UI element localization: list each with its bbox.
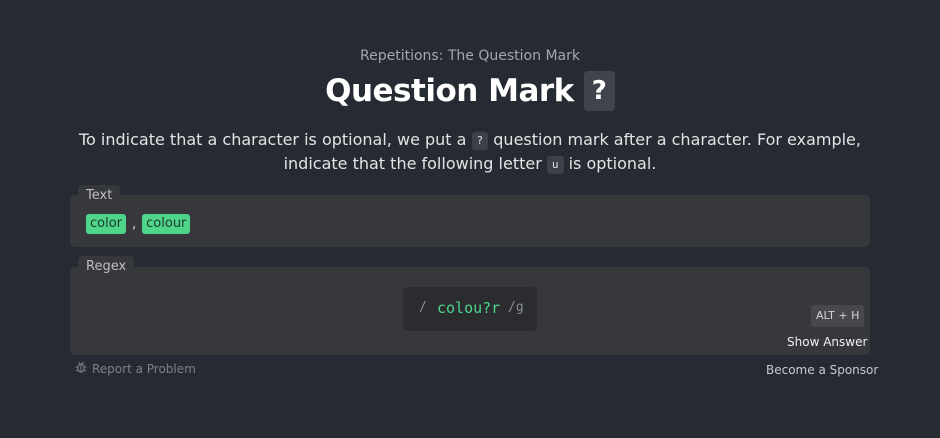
report-problem-link[interactable]: Report a Problem <box>74 360 196 377</box>
lesson-subtitle: Repetitions: The Question Mark <box>360 48 580 64</box>
regex-open-slash: / <box>419 300 427 315</box>
show-answer-button[interactable]: Show Answer <box>787 335 867 349</box>
regex-input-box[interactable]: / colou?r /g <box>403 287 537 331</box>
description-text: indicate that the following letter <box>283 154 542 173</box>
regex-flags: /g <box>508 300 524 315</box>
text-panel: color , colour <box>70 195 870 247</box>
description-text: To indicate that a character is optional… <box>79 130 467 149</box>
text-panel-label: Text <box>78 185 121 207</box>
title-badge: ? <box>583 71 615 111</box>
text-separator: , <box>132 216 137 232</box>
become-sponsor-link[interactable]: Become a Sponsor <box>766 363 878 377</box>
description-text: question mark after a character. For exa… <box>493 130 861 149</box>
regex-panel-label: Regex <box>78 256 135 278</box>
match-highlight: color <box>86 214 127 234</box>
bug-icon <box>74 360 88 377</box>
title-row: Question Mark ? <box>0 71 940 111</box>
lesson-description: To indicate that a character is optional… <box>70 128 870 176</box>
page-title: Question Mark <box>325 73 574 109</box>
regex-panel: / colou?r /g ALT + H Show Answer <box>70 267 870 355</box>
regex-input[interactable]: colou?r <box>437 299 500 317</box>
code-chip-question-mark: ? <box>471 132 489 150</box>
description-text: is optional. <box>568 154 657 173</box>
report-problem-label: Report a Problem <box>92 361 196 376</box>
text-content: color , colour <box>86 214 191 234</box>
shortcut-hint: ALT + H <box>811 305 865 327</box>
match-highlight: colour <box>142 214 191 234</box>
code-chip-u: u <box>546 156 564 174</box>
